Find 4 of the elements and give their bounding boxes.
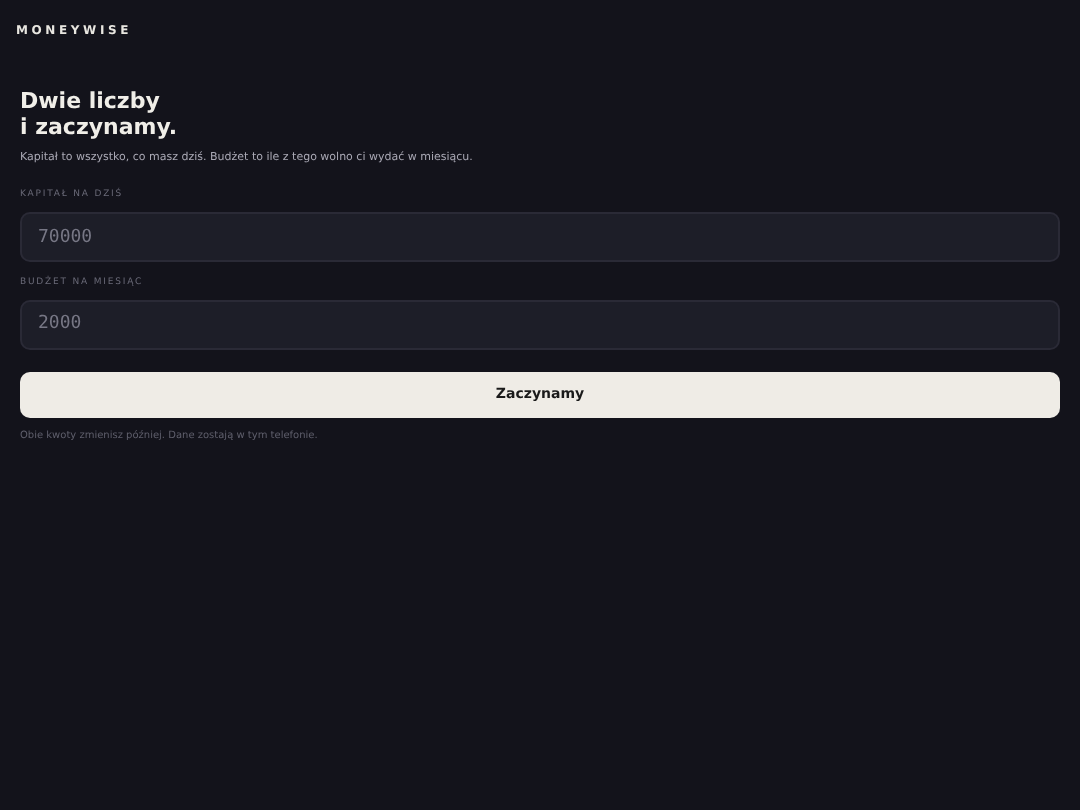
heading-line: i zaczynamy. [20, 114, 178, 140]
input-field[interactable]: 2000 [20, 299, 1060, 350]
heading-line: Dwie liczby [20, 88, 160, 114]
input-field[interactable]: 70000 [20, 212, 1060, 262]
